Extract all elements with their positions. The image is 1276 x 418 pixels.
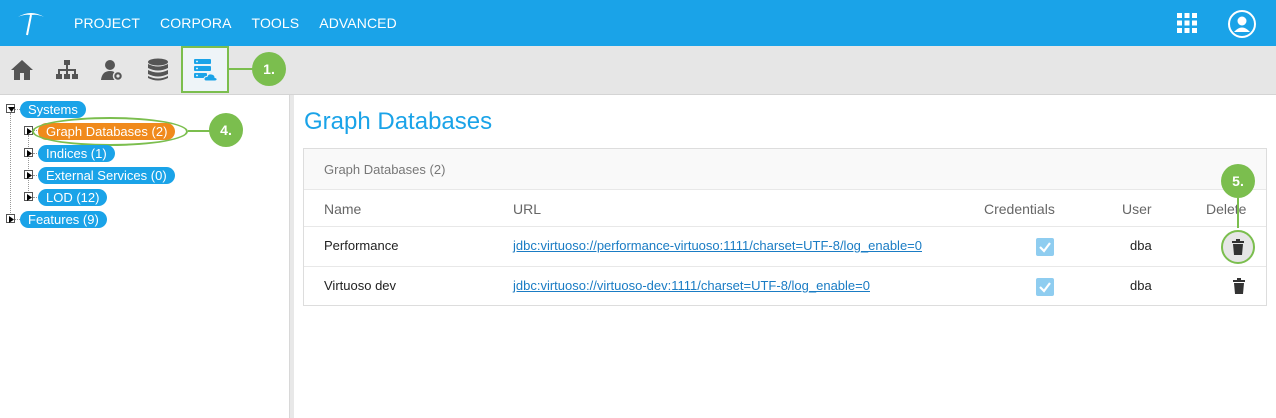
column-header-url: URL	[513, 201, 542, 217]
panel-header: Graph Databases (2)	[304, 149, 1266, 190]
column-header-credentials: Credentials	[984, 201, 1055, 217]
menu-tools[interactable]: TOOLS	[252, 15, 300, 31]
callout-4-badge: 4.	[209, 113, 243, 147]
tree-node-external-services[interactable]: External Services (0)	[38, 167, 175, 184]
caret-right-icon	[27, 150, 32, 157]
tree-node-indices[interactable]: Indices (1)	[38, 145, 115, 162]
caret-right-icon	[27, 194, 32, 201]
graph-databases-button[interactable]	[181, 46, 229, 93]
expand-toggle[interactable]	[6, 214, 15, 223]
callout-4-highlight-ring	[32, 117, 188, 146]
table-row: Virtuoso dev jdbc:virtuoso://virtuoso-de…	[304, 266, 1266, 306]
column-header-delete: Delete	[1206, 201, 1247, 217]
toolbar	[0, 46, 1276, 95]
top-navigation-bar: PROJECT CORPORA TOOLS ADVANCED	[0, 0, 1276, 46]
credentials-checkbox[interactable]	[1036, 278, 1054, 296]
graph-databases-panel: Graph Databases (2) Name URL Credentials…	[303, 148, 1267, 306]
callout-5-connector	[1237, 198, 1239, 228]
apps-grid-icon[interactable]	[1177, 13, 1197, 33]
collapse-toggle[interactable]	[6, 104, 15, 113]
row-name: Performance	[324, 238, 399, 253]
row-user: dba	[1130, 278, 1152, 293]
tree-panel: Systems Graph Databases (2) Indices (1) …	[0, 95, 289, 418]
tree-node-features[interactable]: Features (9)	[20, 211, 107, 228]
main-menu: PROJECT CORPORA TOOLS ADVANCED	[74, 0, 417, 46]
callout-1-badge: 1.	[252, 52, 286, 86]
delete-button-highlight[interactable]	[1221, 230, 1255, 264]
checkmark-icon	[1039, 242, 1051, 253]
caret-right-icon	[9, 216, 14, 223]
menu-corpora[interactable]: CORPORA	[160, 15, 232, 31]
callout-4-connector	[188, 130, 210, 132]
column-header-user: User	[1122, 201, 1152, 217]
callout-1-connector	[229, 68, 253, 70]
callout-5-badge: 5.	[1221, 164, 1255, 198]
panel-splitter[interactable]	[289, 95, 294, 418]
hierarchy-button[interactable]	[45, 46, 89, 93]
column-header-name: Name	[324, 201, 362, 217]
expand-toggle[interactable]	[24, 192, 33, 201]
database-button[interactable]	[136, 46, 180, 93]
home-button[interactable]	[0, 46, 44, 93]
user-settings-icon	[101, 59, 124, 81]
checkmark-icon	[1039, 282, 1051, 293]
database-cloud-icon	[194, 58, 218, 81]
menu-advanced[interactable]: ADVANCED	[319, 15, 397, 31]
expand-toggle[interactable]	[24, 170, 33, 179]
user-account-icon[interactable]	[1228, 10, 1256, 38]
credentials-checkbox[interactable]	[1036, 238, 1054, 256]
row-url-link[interactable]: jdbc:virtuoso://virtuoso-dev:1111/charse…	[513, 278, 870, 293]
row-name: Virtuoso dev	[324, 278, 397, 293]
tree-guide-line	[10, 113, 11, 219]
menu-project[interactable]: PROJECT	[74, 15, 140, 31]
umbrella-logo-icon[interactable]	[16, 8, 46, 38]
tree-guide-line	[28, 135, 29, 199]
table-row: Performance jdbc:virtuoso://performance-…	[304, 226, 1266, 266]
caret-down-icon	[8, 107, 15, 112]
trash-icon	[1232, 239, 1244, 255]
user-settings-button[interactable]	[90, 46, 134, 93]
row-user: dba	[1130, 238, 1152, 253]
panel-title: Graph Databases (2)	[324, 162, 446, 177]
caret-right-icon	[27, 172, 32, 179]
row-url-link[interactable]: jdbc:virtuoso://performance-virtuoso:111…	[513, 238, 922, 253]
database-icon	[148, 58, 168, 80]
tree-node-lod[interactable]: LOD (12)	[38, 189, 108, 206]
home-icon	[11, 59, 33, 80]
trash-icon[interactable]	[1232, 278, 1246, 294]
page-title: Graph Databases	[304, 108, 493, 135]
hierarchy-icon	[56, 59, 78, 79]
expand-toggle[interactable]	[24, 148, 33, 157]
tree-node-systems[interactable]: Systems	[20, 101, 86, 118]
